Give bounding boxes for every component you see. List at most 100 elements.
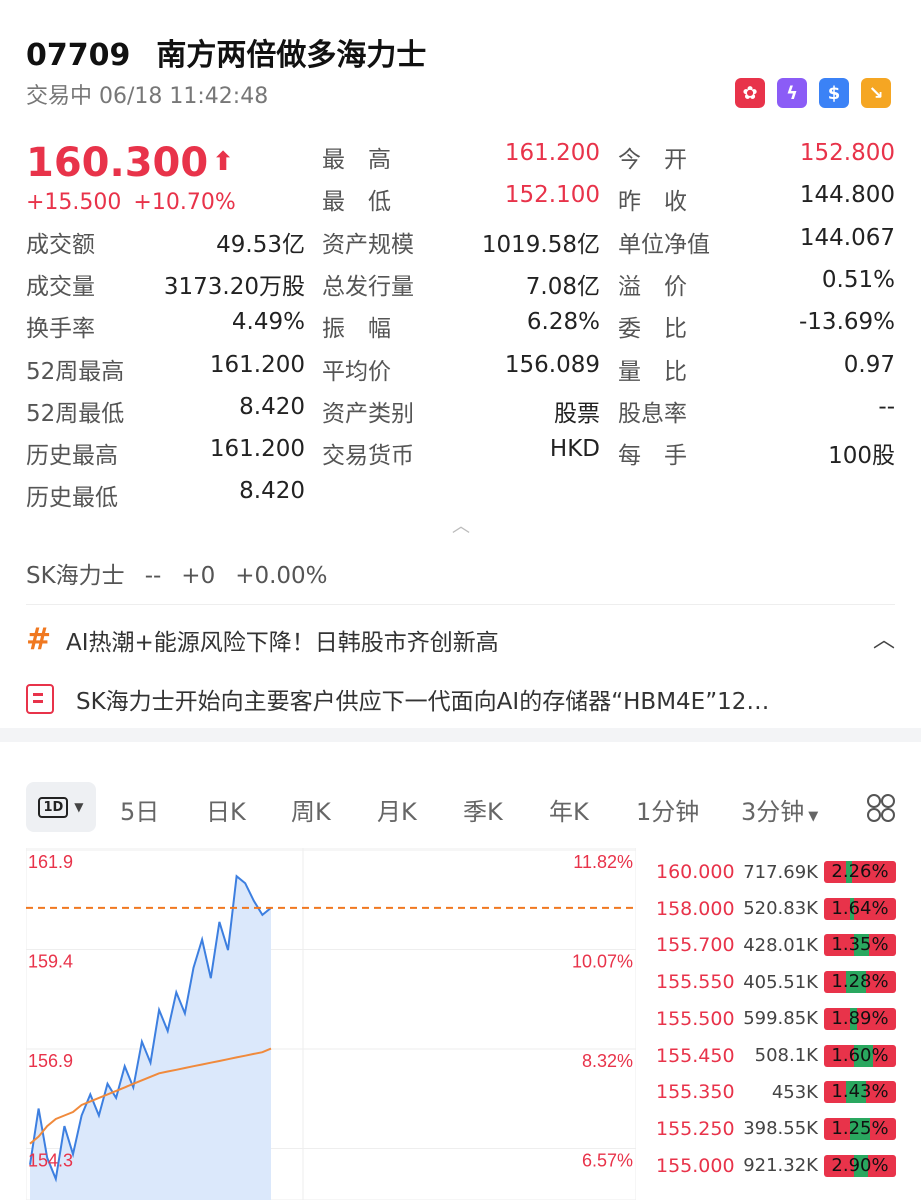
- order-volume: 428.01K: [743, 934, 818, 956]
- order-book-row: 155.350 453K 1.43%: [656, 1078, 896, 1106]
- stat-value: 161.200: [504, 140, 600, 166]
- stat-value: 4.49%: [231, 309, 305, 336]
- y-right-tick-label: 8.32%: [582, 1051, 633, 1071]
- underlying-pct: +0.00%: [235, 563, 328, 589]
- tab-5d[interactable]: 5日: [120, 792, 159, 827]
- stat-value: -13.69%: [799, 309, 895, 336]
- stat-label: 资产规模: [322, 231, 414, 258]
- stat-value: 156.089: [504, 351, 600, 378]
- order-volume: 405.51K: [743, 971, 818, 993]
- order-ratio-bar: 1.43%: [824, 1081, 896, 1104]
- order-book-row: 155.550 405.51K 1.28%: [656, 968, 896, 996]
- y-right-tick-label: 10.07%: [572, 952, 633, 972]
- underlying-name: SK海力士: [26, 563, 125, 589]
- order-ratio-bar: 1.28%: [824, 971, 896, 994]
- news-headline-text: SK海力士开始向主要客户供应下一代面向AI的存储器“HBM4E”12…: [76, 689, 770, 715]
- stat-label: 最 高: [322, 147, 391, 173]
- intraday-chart[interactable]: 161.9 159.4 156.9 154.3 11.82% 10.07% 8.32% 6.5…: [26, 848, 636, 1200]
- stat-label: 今 开: [618, 147, 687, 173]
- underlying-quote[interactable]: SK海力士 -- +0 +0.00%: [26, 556, 328, 590]
- caret-down-icon: ▼: [808, 809, 819, 824]
- change-percent: +10.70%: [133, 190, 236, 215]
- section-separator: [0, 728, 921, 742]
- chevron-up-icon[interactable]: ︿: [873, 622, 895, 654]
- stat-label: 52周最高: [26, 358, 125, 385]
- stat-label: 总发行量: [322, 273, 414, 300]
- tab-3min[interactable]: 3分钟 ▼: [741, 792, 818, 827]
- order-volume: 599.85K: [743, 1008, 818, 1030]
- hk-flag-icon[interactable]: ✿: [735, 78, 765, 108]
- up-arrow-icon: ⬆: [212, 147, 234, 177]
- stat-value: 股票: [554, 400, 600, 427]
- underlying-price: --: [144, 563, 162, 589]
- order-book-row: 155.000 921.32K 2.90%: [656, 1152, 896, 1180]
- stat-label: 换手率: [26, 316, 95, 343]
- stat-value: 161.200: [209, 436, 305, 463]
- order-volume: 398.55K: [743, 1118, 818, 1140]
- order-price: 155.250: [656, 1117, 735, 1140]
- stat-value: 49.53亿: [216, 231, 305, 258]
- stat-value: 100股: [828, 443, 895, 470]
- stat-label: 最 低: [322, 189, 391, 216]
- tab-weekly-k[interactable]: 周K: [291, 792, 331, 827]
- tab-yearly-k[interactable]: 年K: [549, 792, 589, 827]
- stat-value: 144.800: [799, 182, 895, 209]
- y-left-tick-label: 156.9: [28, 1051, 73, 1071]
- order-book-row: 155.450 508.1K 1.60%: [656, 1042, 896, 1070]
- stat-label: 每 手: [618, 443, 687, 470]
- tab-quarterly-k[interactable]: 季K: [463, 792, 503, 827]
- stat-value: HKD: [549, 436, 600, 463]
- tab-3min-label: 3分钟: [741, 798, 805, 826]
- tab-1min[interactable]: 1分钟: [636, 792, 699, 827]
- stat-label: 历史最高: [26, 443, 118, 470]
- price-value: 160.300: [26, 140, 209, 186]
- order-ratio-bar: 1.60%: [824, 1044, 896, 1067]
- tab-1d-label: 1D: [38, 796, 69, 818]
- y-right-tick-label: 11.82%: [573, 852, 633, 872]
- stat-label: 成交额: [26, 231, 95, 258]
- stat-label: 昨 收: [618, 189, 687, 216]
- order-volume: 717.69K: [743, 861, 818, 883]
- order-ratio-bar: 2.90%: [824, 1154, 896, 1177]
- stat-value: 161.200: [209, 351, 305, 378]
- tab-daily-k[interactable]: 日K: [206, 792, 246, 827]
- stat-label: 振 幅: [322, 316, 391, 343]
- hashtag-icon: #: [26, 622, 52, 657]
- stat-value: 8.420: [239, 478, 305, 505]
- order-ratio-text: 1.60%: [831, 1044, 889, 1066]
- stat-label: 量 比: [618, 358, 687, 385]
- stock-name: 南方两倍做多海力士: [156, 38, 427, 73]
- order-price: 155.500: [656, 1007, 735, 1030]
- trend-icon[interactable]: ↘: [861, 78, 891, 108]
- y-left-tick-label: 159.4: [28, 952, 73, 972]
- stat-value: 7.08亿: [525, 273, 600, 300]
- lightning-icon[interactable]: ϟ: [777, 78, 807, 108]
- order-ratio-bar: 1.25%: [824, 1117, 896, 1140]
- y-left-tick-label: 154.3: [28, 1151, 73, 1171]
- change-amount: +15.500: [26, 190, 122, 215]
- order-ratio-text: 1.25%: [831, 1117, 889, 1139]
- tab-1d[interactable]: 1D ▼: [26, 782, 96, 832]
- caret-down-icon: ▼: [74, 800, 84, 814]
- stat-label: 资产类别: [322, 400, 414, 427]
- tab-monthly-k[interactable]: 月K: [377, 792, 417, 827]
- news-headline[interactable]: SK海力士开始向主要客户供应下一代面向AI的存储器“HBM4E”12…: [26, 682, 769, 716]
- grid-layout-icon[interactable]: [867, 794, 895, 822]
- order-price: 155.700: [656, 934, 735, 957]
- order-ratio-text: 2.26%: [831, 861, 889, 882]
- stat-label: 溢 价: [618, 273, 687, 300]
- stat-label: 交易货币: [322, 443, 414, 470]
- order-price: 158.000: [656, 897, 735, 920]
- dollar-icon[interactable]: $: [819, 78, 849, 108]
- order-ratio-bar: 1.64%: [824, 897, 896, 920]
- order-ratio-text: 2.90%: [831, 1154, 889, 1176]
- price-change: +15.500 +10.70%: [26, 190, 236, 215]
- collapse-stats-icon[interactable]: ︿: [452, 512, 470, 538]
- stat-label: 单位净值: [618, 231, 710, 258]
- stat-value: 152.800: [799, 140, 895, 166]
- order-book-row: 155.500 599.85K 1.89%: [656, 1005, 896, 1033]
- news-topic[interactable]: # AI热潮+能源风险下降！日韩股市齐创新高: [26, 622, 499, 657]
- stat-label: 成交量: [26, 273, 95, 300]
- news-topic-text: AI热潮+能源风险下降！日韩股市齐创新高: [66, 629, 499, 656]
- stat-value: 3173.20万股: [163, 273, 305, 300]
